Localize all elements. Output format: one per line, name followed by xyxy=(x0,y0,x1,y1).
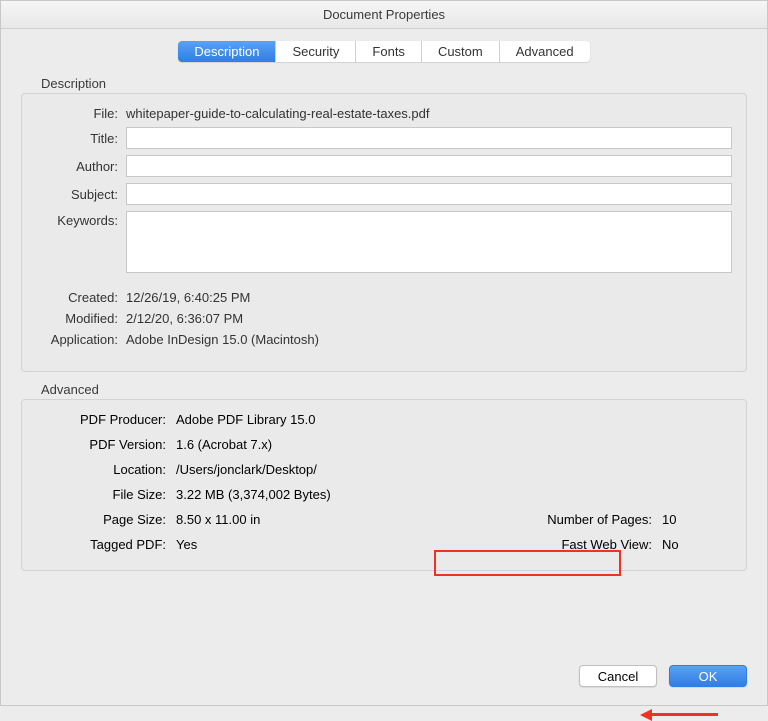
author-label: Author: xyxy=(36,159,126,174)
pdf-producer-value: Adobe PDF Library 15.0 xyxy=(176,412,732,427)
author-input[interactable] xyxy=(126,155,732,177)
ok-button[interactable]: OK xyxy=(669,665,747,687)
fast-web-view-label: Fast Web View: xyxy=(502,537,662,552)
keywords-input[interactable] xyxy=(126,211,732,273)
tab-fonts[interactable]: Fonts xyxy=(356,41,422,62)
tab-advanced[interactable]: Advanced xyxy=(500,41,590,62)
tab-description[interactable]: Description xyxy=(178,41,276,62)
file-size-value: 3.22 MB (3,374,002 Bytes) xyxy=(176,487,732,502)
created-value: 12/26/19, 6:40:25 PM xyxy=(126,290,732,305)
dialog-button-row: Cancel OK xyxy=(1,649,767,705)
page-size-label: Page Size: xyxy=(36,512,176,527)
dialog-content: Description File: whitepaper-guide-to-ca… xyxy=(1,70,767,649)
tab-group: Description Security Fonts Custom Advanc… xyxy=(178,41,589,62)
number-of-pages-value: 10 xyxy=(662,512,732,527)
title-label: Title: xyxy=(36,131,126,146)
location-value: /Users/jonclark/Desktop/ xyxy=(176,462,732,477)
modified-label: Modified: xyxy=(36,311,126,326)
keywords-label: Keywords: xyxy=(36,211,126,228)
annotation-highlight-box xyxy=(434,550,621,576)
tagged-pdf-value: Yes xyxy=(176,537,502,552)
description-fieldset: File: whitepaper-guide-to-calculating-re… xyxy=(21,93,747,372)
title-input[interactable] xyxy=(126,127,732,149)
tab-custom[interactable]: Custom xyxy=(422,41,500,62)
cancel-button[interactable]: Cancel xyxy=(579,665,657,687)
advanced-fieldset: PDF Producer: Adobe PDF Library 15.0 PDF… xyxy=(21,399,747,571)
number-of-pages-label: Number of Pages: xyxy=(502,512,662,527)
tab-bar: Description Security Fonts Custom Advanc… xyxy=(1,41,767,62)
document-properties-dialog: Document Properties Description Security… xyxy=(0,0,768,706)
fast-web-view-value: No xyxy=(662,537,732,552)
file-label: File: xyxy=(36,106,126,121)
description-heading: Description xyxy=(41,76,747,91)
window-titlebar: Document Properties xyxy=(1,1,767,29)
file-size-label: File Size: xyxy=(36,487,176,502)
window-title: Document Properties xyxy=(323,7,445,22)
advanced-heading: Advanced xyxy=(41,382,747,397)
pdf-version-value: 1.6 (Acrobat 7.x) xyxy=(176,437,732,452)
location-label: Location: xyxy=(36,462,176,477)
tab-security[interactable]: Security xyxy=(276,41,356,62)
pdf-producer-label: PDF Producer: xyxy=(36,412,176,427)
file-value: whitepaper-guide-to-calculating-real-est… xyxy=(126,106,732,121)
subject-input[interactable] xyxy=(126,183,732,205)
tagged-pdf-label: Tagged PDF: xyxy=(36,537,176,552)
pdf-version-label: PDF Version: xyxy=(36,437,176,452)
application-label: Application: xyxy=(36,332,126,347)
page-size-value: 8.50 x 11.00 in xyxy=(176,512,502,527)
created-label: Created: xyxy=(36,290,126,305)
modified-value: 2/12/20, 6:36:07 PM xyxy=(126,311,732,326)
subject-label: Subject: xyxy=(36,187,126,202)
application-value: Adobe InDesign 15.0 (Macintosh) xyxy=(126,332,732,347)
